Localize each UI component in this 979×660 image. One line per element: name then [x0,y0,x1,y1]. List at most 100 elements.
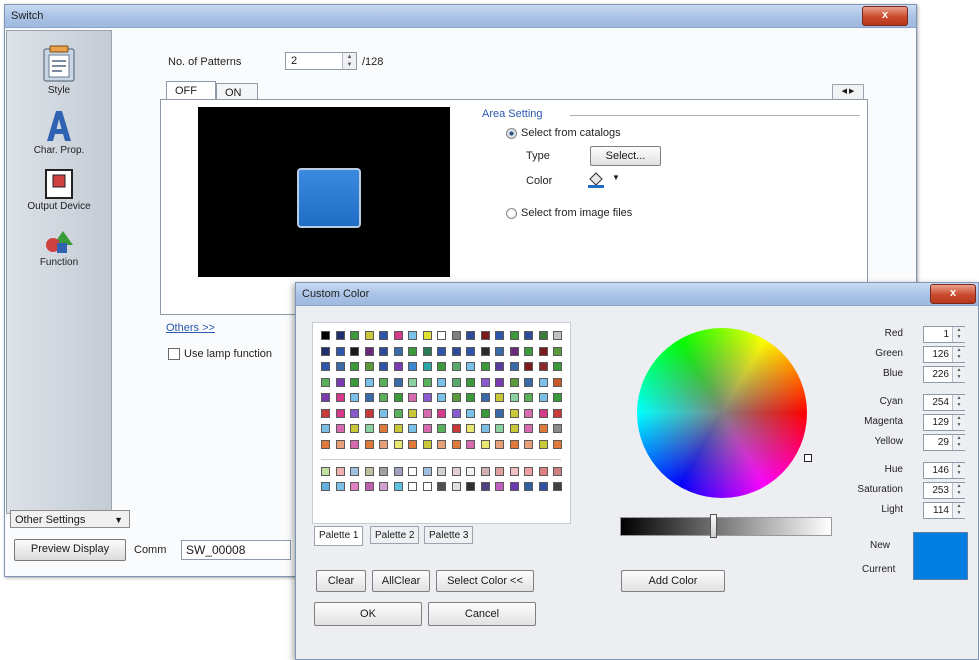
palette-swatch[interactable] [379,331,388,340]
lightness-slider[interactable] [620,517,832,536]
palette-swatch[interactable] [495,346,504,356]
palette-swatch[interactable] [437,439,446,449]
custom-color-swatch[interactable] [538,482,548,491]
palette-swatch[interactable] [451,393,461,402]
palette-swatch[interactable] [335,408,345,418]
custom-color-swatch[interactable] [393,482,403,491]
palette-swatch[interactable] [509,424,519,433]
palette-swatch[interactable] [335,346,345,356]
palette-swatch[interactable] [364,346,374,356]
palette-swatch[interactable] [350,331,359,340]
palette-swatch[interactable] [451,331,461,340]
custom-color-swatch[interactable] [364,482,374,491]
close-button[interactable]: x [862,6,908,26]
custom-color-swatch[interactable] [466,482,475,491]
custom-color-swatch[interactable] [335,482,345,491]
palette-swatch[interactable] [466,362,475,371]
palette-swatch[interactable] [393,439,403,449]
palette-swatch[interactable] [538,393,548,402]
palette-swatch[interactable] [480,377,490,387]
palette-swatch[interactable] [393,362,403,371]
palette-swatch[interactable] [466,331,475,340]
palette-swatch[interactable] [553,393,562,402]
custom-color-swatch[interactable] [480,467,490,476]
palette-swatch[interactable] [321,346,330,356]
select-type-button[interactable]: Select... [590,146,661,166]
stepper-arrows[interactable]: ▲ ▼ [952,415,965,430]
palette-swatch[interactable] [538,331,548,340]
palette-swatch[interactable] [509,331,519,340]
palette-swatch[interactable] [321,362,330,371]
palette-swatch[interactable] [408,362,417,371]
palette-swatch[interactable] [379,393,388,402]
stepper-arrows[interactable]: ▲ ▼ [342,53,356,69]
custom-color-swatch[interactable] [538,467,548,476]
palette-swatch[interactable] [524,331,533,340]
palette-swatch[interactable] [393,408,403,418]
palette-swatch[interactable] [480,408,490,418]
palette-swatch[interactable] [509,346,519,356]
custom-color-swatch[interactable] [553,482,562,491]
palette-swatch[interactable] [335,331,345,340]
palette-swatch[interactable] [379,439,388,449]
custom-color-swatch[interactable] [321,482,330,491]
palette-swatch[interactable] [350,408,359,418]
palette-swatch[interactable] [379,377,388,387]
custom-color-swatch[interactable] [422,467,432,476]
tab-palette-2[interactable]: Palette 2 [370,526,420,544]
palette-swatch[interactable] [321,331,330,340]
palette-swatch[interactable] [495,439,504,449]
palette-swatch[interactable] [553,424,562,433]
palette-swatch[interactable] [408,331,417,340]
stepper-arrows[interactable]: ▲ ▼ [952,327,965,342]
palette-swatch[interactable] [553,408,562,418]
palette-swatch[interactable] [335,439,345,449]
palette-swatch[interactable] [524,377,533,387]
palette-swatch[interactable] [437,424,446,433]
tab-palette-3[interactable]: Palette 3 [424,526,474,544]
custom-color-swatch[interactable] [350,467,359,476]
palette-swatch[interactable] [393,377,403,387]
palette-swatch[interactable] [335,424,345,433]
palette-swatch[interactable] [364,362,374,371]
palette-swatch[interactable] [335,377,345,387]
stepper-arrows[interactable]: ▲ ▼ [952,435,965,450]
custom-color-swatch[interactable] [350,482,359,491]
palette-swatch[interactable] [408,439,417,449]
palette-swatch[interactable] [422,377,432,387]
palette-swatch[interactable] [379,362,388,371]
palette-swatch[interactable] [524,393,533,402]
custom-color-swatch[interactable] [364,467,374,476]
palette-swatch[interactable] [437,377,446,387]
palette-swatch[interactable] [524,439,533,449]
custom-color-swatch[interactable] [524,482,533,491]
custom-color-swatch[interactable] [553,467,562,476]
palette-swatch[interactable] [480,346,490,356]
sidebar-item-char-prop[interactable]: Char. Prop. [7,109,111,156]
sidebar-item-function[interactable]: Function [7,229,111,268]
patterns-stepper[interactable]: 2 ▲ ▼ [285,52,357,70]
palette-swatch[interactable] [408,408,417,418]
palette-swatch[interactable] [451,362,461,371]
ok-button[interactable]: OK [314,602,422,626]
palette-swatch[interactable] [495,393,504,402]
color-wheel[interactable] [637,328,807,498]
palette-swatch[interactable] [437,408,446,418]
palette-swatch[interactable] [451,424,461,433]
preview-display-button[interactable]: Preview Display [14,539,126,561]
tab-off[interactable]: OFF [166,81,216,101]
palette-swatch[interactable] [466,377,475,387]
palette-swatch[interactable] [350,377,359,387]
palette-swatch[interactable] [393,346,403,356]
palette-swatch[interactable] [495,362,504,371]
palette-swatch[interactable] [364,424,374,433]
image-file-radio[interactable] [506,208,517,219]
palette-swatch[interactable] [524,362,533,371]
custom-color-swatch[interactable] [451,467,461,476]
clear-button[interactable]: Clear [316,570,366,592]
sidebar-item-output-device[interactable]: Output Device [7,169,111,212]
stepper-arrows[interactable]: ▲ ▼ [952,463,965,478]
palette-swatch[interactable] [422,439,432,449]
stepper-arrows[interactable]: ▲ ▼ [952,367,965,382]
palette-swatch[interactable] [480,362,490,371]
